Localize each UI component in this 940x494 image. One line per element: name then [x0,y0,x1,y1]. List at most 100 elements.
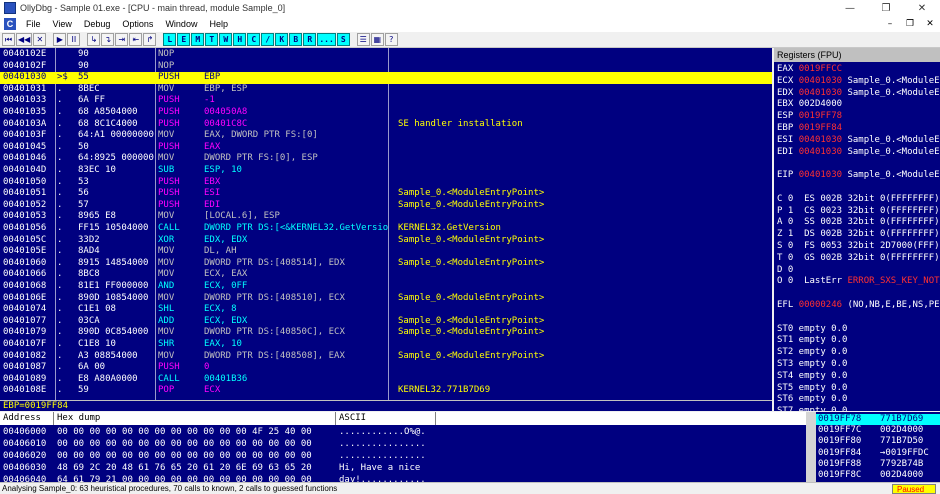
breakpoints-window-button[interactable]: B [289,33,303,46]
options-icon[interactable]: ▦ [370,33,384,46]
register-row[interactable]: Z 1 DS 002B 32bit 0(FFFFFFFF) [777,229,940,241]
close-button[interactable]: ✕ [904,0,940,16]
register-row[interactable]: ST0 empty 0.0 [777,324,940,336]
dump-col-hex[interactable]: Hex dump [54,412,336,425]
stack-row[interactable]: 0019FF88 7792B74B [816,459,940,470]
disasm-row[interactable]: 00401052. 57 PUSH EDI Sample_0.<ModuleEntryP… [0,200,772,212]
step-into-button[interactable]: ↳ [87,33,101,46]
disasm-row[interactable]: 00401077. 03CA ADD ECX, EDX Sample_0.<Module… [0,316,772,328]
dump-row[interactable]: 00406020 00 00 00 00 00 00 00 00 00 00 00… [0,450,806,462]
disasm-row[interactable]: 00401066. 8BC8 MOV ECX, EAX [0,269,772,281]
threads-window-button[interactable]: T [205,33,219,46]
disasm-row[interactable]: 00401089. E8 A80A0000 CALL 00401B36 [0,374,772,386]
disasm-row[interactable]: 00401056. FF15 10504000 CALL DWORD PTR DS:[… [0,223,772,235]
disasm-row[interactable]: 00401068. 81E1 FF000000 AND ECX, 0FF [0,281,772,293]
stack-row[interactable]: 0019FF80 771B7D50 [816,436,940,447]
register-row[interactable]: ST6 empty 0.0 [777,394,940,406]
register-row[interactable]: ESP 0019FF78 [777,111,940,123]
disasm-row[interactable]: 00401053. 8965 E8 MOV [LOCAL.6], ESP [0,211,772,223]
register-row[interactable]: EDI 00401030 Sample_0.<ModuleEntryPoint> [777,147,940,159]
register-row[interactable]: ST4 empty 0.0 [777,371,940,383]
close-program-button[interactable]: ✕ [33,33,47,46]
disasm-row[interactable]: 00401060. 8915 14854000 MOV DWORD PTR DS:[4… [0,258,772,270]
disasm-row[interactable]: 00401079. 890D 0C854000 MOV DWORD PTR DS:[4… [0,327,772,339]
dump-row[interactable]: 00406000 00 00 00 00 00 00 00 00 00 00 00… [0,426,806,438]
menu-file[interactable]: File [20,19,47,29]
patches-window-button[interactable]: / [261,33,275,46]
run-trace-window-button[interactable]: ... [317,33,336,46]
handles-window-button[interactable]: H [233,33,247,46]
register-row[interactable]: C 0 ES 002B 32bit 0(FFFFFFFF) [777,194,940,206]
register-row[interactable]: ECX 00401030 Sample_0.<ModuleEntryPoint> [777,76,940,88]
disasm-row[interactable]: 00401051. 56 PUSH ESI Sample_0.<ModuleEntryP… [0,188,772,200]
menu-debug[interactable]: Debug [78,19,117,29]
stack-row[interactable]: 0019FF78 771B7D69 [816,414,940,426]
disasm-row[interactable]: 00401035. 68 A8504000 PUSH 004050A8 [0,107,772,119]
register-row[interactable]: EBX 002D4000 [777,99,940,111]
disasm-row[interactable]: 00401074. C1E1 08 SHL ECX, 8 [0,304,772,316]
references-window-button[interactable]: R [303,33,317,46]
disasm-row[interactable]: 0040105C. 33D2 XOR EDX, EDX Sample_0.<Module… [0,235,772,247]
modules-window-button[interactable]: E [177,33,191,46]
call-stack-window-button[interactable]: K [275,33,289,46]
stack-row[interactable]: 0019FF84 →0019FFDC [816,448,940,459]
register-row[interactable]: D 0 [777,265,940,277]
cpu-window-icon[interactable]: C [4,18,16,30]
register-row[interactable]: A 0 SS 002B 32bit 0(FFFFFFFF) [777,217,940,229]
register-row[interactable]: P 1 CS 0023 32bit 0(FFFFFFFF) [777,206,940,218]
menu-help[interactable]: Help [203,19,234,29]
log-window-button[interactable]: L [163,33,177,46]
dump-col-address[interactable]: Address [0,412,54,425]
disasm-row[interactable]: 0040106E. 890D 10854000 MOV DWORD PTR DS:[4… [0,293,772,305]
dump-row[interactable]: 00406030 48 69 2C 20 48 61 76 65 20 61 20… [0,462,806,474]
memory-window-button[interactable]: M [191,33,205,46]
register-row[interactable]: EFL 00000246 (NO,NB,E,BE,NS,PE,GE,LE) [777,300,940,312]
disasm-row[interactable]: 00401046. 64:8925 00000000 MOV DWORD PTR FS… [0,153,772,165]
register-row[interactable]: ST1 empty 0.0 [777,335,940,347]
windows-window-button[interactable]: W [219,33,233,46]
restore-button[interactable]: ❐ [868,0,904,16]
register-row[interactable]: EIP 00401030 Sample_0.<ModuleEntryPoint> [777,170,940,182]
run-button[interactable]: ▶ [53,33,67,46]
child-restore-button[interactable]: ❐ [900,19,920,29]
stack-pane[interactable]: 0019FF78 771B7D69 0019FF7C 002D4000 0019FF80… [816,412,940,482]
register-row[interactable] [777,312,940,324]
registers-pane[interactable]: Registers (FPU) EAX 0019FFCC ECX 00401030… [774,48,940,411]
disassembly-pane[interactable]: 0040102E 90 NOP 0040102F 90 NOP 00401030 >$ 55 PU… [0,48,772,400]
execute-till-return-button[interactable]: ↱ [143,33,157,46]
stack-row[interactable]: 0019FF8C 002D4000 [816,470,940,481]
disasm-row[interactable]: 00401031. 8BEC MOV EBP, ESP [0,84,772,96]
disasm-row[interactable]: 0040104D. 83EC 10 SUB ESP, 10 [0,165,772,177]
disasm-row[interactable]: 0040102E 90 NOP [0,49,772,61]
register-row[interactable]: ST3 empty 0.0 [777,359,940,371]
disasm-row[interactable]: 0040102F 90 NOP [0,61,772,73]
register-row[interactable]: EAX 0019FFCC [777,64,940,76]
register-row[interactable]: EBP 0019FF84 [777,123,940,135]
pause-button[interactable]: II [67,33,81,46]
child-minimize-button[interactable]: – [880,19,900,29]
disasm-row[interactable]: 0040105E. 8AD4 MOV DL, AH [0,246,772,258]
help-icon[interactable]: ? [384,33,398,46]
dump-row[interactable]: 00406040 64 61 79 21 00 00 00 00 00 00 00… [0,474,806,482]
disasm-row[interactable]: 0040103F. 64:A1 00000000 MOV EAX, DWORD PTR… [0,130,772,142]
menu-window[interactable]: Window [159,19,203,29]
dump-col-ascii[interactable]: ASCII [336,412,436,425]
restart-button[interactable]: ◀◀ [16,33,33,46]
step-over-button[interactable]: ↴ [101,33,115,46]
dump-scrollbar[interactable] [806,412,816,482]
disasm-row[interactable]: 00401082. A3 08854000 MOV DWORD PTR DS:[408… [0,351,772,363]
register-row[interactable] [777,158,940,170]
menu-view[interactable]: View [47,19,78,29]
source-window-button[interactable]: S [336,33,350,46]
disasm-row[interactable]: 0040108E. 59 POP ECX KERNEL32.771B7D69 [0,385,772,397]
register-row[interactable]: ESI 00401030 Sample_0.<ModuleEntryPoint> [777,135,940,147]
register-row[interactable]: ST5 empty 0.0 [777,383,940,395]
disasm-row[interactable]: 00401030 >$ 55 PUSH EBP [0,72,772,84]
menu-options[interactable]: Options [116,19,159,29]
dump-pane[interactable]: Address Hex dump ASCII 00406000 00 00 00 … [0,412,806,482]
disasm-row[interactable]: 0040103A. 68 8C1C4000 PUSH 00401C8C SE handl… [0,119,772,131]
open-button[interactable]: ⏮ [2,33,15,46]
register-row[interactable]: S 0 FS 0053 32bit 2D7000(FFF) [777,241,940,253]
disasm-row[interactable]: 00401045. 50 PUSH EAX [0,142,772,154]
register-row[interactable] [777,288,940,300]
